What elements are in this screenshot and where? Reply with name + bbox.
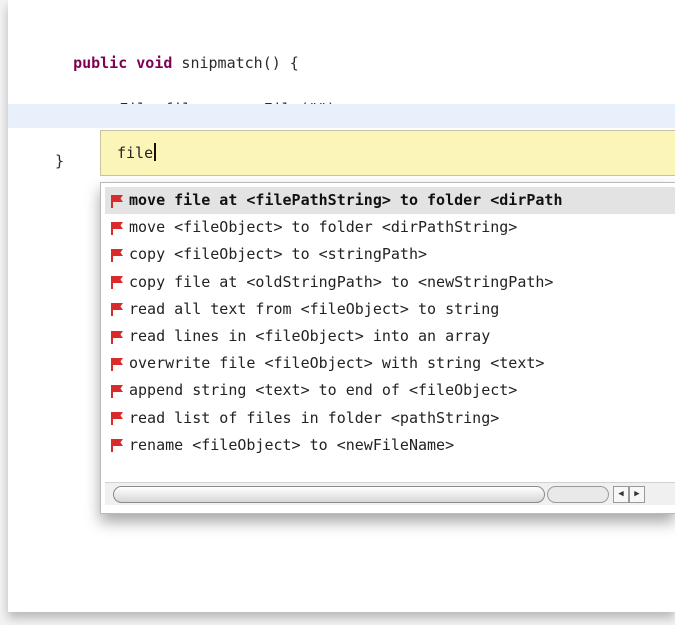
scrollbar-track[interactable] <box>547 486 609 503</box>
horizontal-scrollbar[interactable]: ◀ ▶ <box>105 482 675 505</box>
suggestion-label: copy file at <oldStringPath> to <newStri… <box>129 272 554 291</box>
red-flag-icon <box>111 276 123 290</box>
red-flag-icon <box>111 412 123 426</box>
scroll-left-arrow-icon[interactable]: ◀ <box>613 486 629 503</box>
suggestion-item[interactable]: move file at <filePathString> to folder … <box>105 187 675 215</box>
suggestion-label: read all text from <fileObject> to strin… <box>129 299 500 318</box>
suggestion-label: read lines in <fileObject> into an array <box>129 327 491 346</box>
suggestion-item[interactable]: move <fileObject> to folder <dirPathStri… <box>105 214 675 241</box>
snippet-search-input[interactable]: file <box>100 130 675 176</box>
snippet-suggestion-popup: move file at <filePathString> to folder … <box>100 182 675 514</box>
suggestion-item[interactable]: overwrite file <fileObject> with string … <box>105 350 675 377</box>
current-line-highlight <box>8 104 675 128</box>
red-flag-icon <box>111 221 123 235</box>
scroll-right-arrow-icon[interactable]: ▶ <box>629 486 645 503</box>
suggestion-label: read list of files in folder <pathString… <box>129 408 500 427</box>
suggestion-item[interactable]: copy file at <oldStringPath> to <newStri… <box>105 269 675 296</box>
text-caret <box>154 143 157 161</box>
suggestion-label: copy <fileObject> to <stringPath> <box>129 245 428 264</box>
suggestion-label: move <fileObject> to folder <dirPathStri… <box>129 218 518 237</box>
keyword-public-void: public void <box>73 54 173 72</box>
suggestion-label: rename <fileObject> to <newFileName> <box>129 435 455 454</box>
method-signature-line: public void snipmatch() { <box>55 36 299 72</box>
method-name: snipmatch() { <box>172 54 299 72</box>
suggestion-item[interactable]: append string <text> to end of <fileObje… <box>105 377 675 404</box>
closing-brace: } <box>55 152 65 170</box>
red-flag-icon <box>111 303 123 317</box>
suggestion-item[interactable]: read all text from <fileObject> to strin… <box>105 296 675 323</box>
suggestion-label: append string <text> to end of <fileObje… <box>129 381 518 400</box>
suggestion-list: move file at <filePathString> to folder … <box>105 187 675 459</box>
suggestion-label: overwrite file <fileObject> with string … <box>129 354 545 373</box>
suggestion-item[interactable]: read list of files in folder <pathString… <box>105 405 675 432</box>
suggestion-item[interactable]: copy <fileObject> to <stringPath> <box>105 241 675 268</box>
red-flag-icon <box>111 439 123 453</box>
red-flag-icon <box>111 384 123 398</box>
red-flag-icon <box>111 194 123 208</box>
red-flag-icon <box>111 248 123 262</box>
red-flag-icon <box>111 330 123 344</box>
red-flag-icon <box>111 357 123 371</box>
suggestion-label: move file at <filePathString> to folder … <box>129 191 563 210</box>
suggestion-item[interactable]: read lines in <fileObject> into an array <box>105 323 675 350</box>
search-query: file <box>117 143 157 162</box>
suggestion-item[interactable]: rename <fileObject> to <newFileName> <box>105 432 675 459</box>
scrollbar-thumb[interactable] <box>113 486 545 503</box>
